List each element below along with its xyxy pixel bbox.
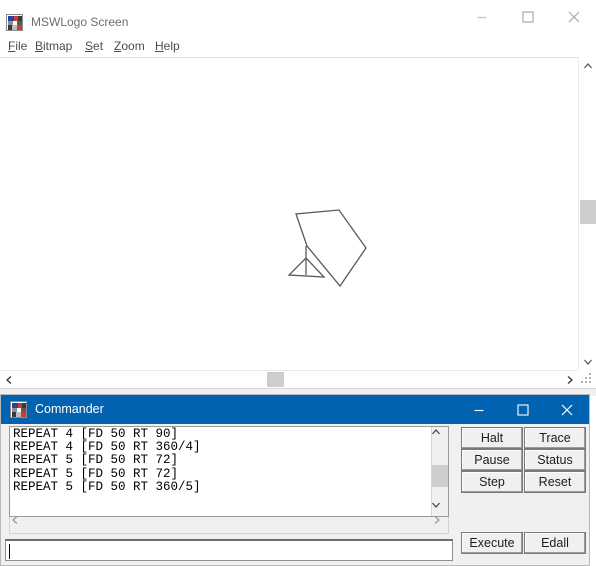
close-icon[interactable]	[551, 0, 596, 34]
maximize-icon[interactable]	[501, 395, 545, 424]
scroll-thumb[interactable]	[267, 372, 284, 387]
menu-item-zoom[interactable]: Zoom	[114, 38, 145, 55]
scroll-down-icon[interactable]	[432, 500, 448, 516]
step-button[interactable]: Step	[461, 471, 523, 493]
menu-item-set[interactable]: Set	[85, 38, 103, 55]
commander-window: Commander REPEAT 4 [FD 50 RT 90] REPEAT …	[0, 394, 590, 566]
resize-grip-icon[interactable]	[578, 370, 596, 388]
command-history-text: REPEAT 4 [FD 50 RT 90] REPEAT 4 [FD 50 R…	[13, 427, 201, 494]
mswlogo-icon	[10, 401, 27, 418]
execute-button[interactable]: Execute	[461, 532, 523, 554]
text-caret	[9, 544, 10, 559]
pause-button[interactable]: Pause	[461, 449, 523, 471]
trace-button[interactable]: Trace	[524, 427, 586, 449]
command-input-field[interactable]	[5, 539, 453, 561]
scroll-up-icon[interactable]	[432, 427, 448, 443]
screen-vertical-scrollbar[interactable]	[578, 57, 596, 370]
command-history-panel[interactable]: REPEAT 4 [FD 50 RT 90] REPEAT 4 [FD 50 R…	[9, 426, 449, 517]
turtle-graphics-canvas[interactable]	[0, 58, 578, 369]
screen-window-title: MSWLogo Screen	[31, 15, 129, 29]
reset-button[interactable]: Reset	[524, 471, 586, 493]
screen-horizontal-scrollbar[interactable]	[0, 370, 578, 388]
screen-menubar: File Bitmap Set Zoom Help	[0, 38, 596, 57]
minimize-icon[interactable]	[457, 395, 501, 424]
scroll-right-icon[interactable]	[561, 371, 578, 388]
history-horizontal-scrollbar[interactable]	[9, 516, 449, 534]
scroll-up-icon[interactable]	[579, 57, 596, 74]
scroll-thumb[interactable]	[432, 465, 448, 487]
scroll-down-icon[interactable]	[579, 353, 596, 370]
scroll-thumb[interactable]	[580, 200, 596, 224]
menu-item-file[interactable]: File	[8, 38, 27, 55]
halt-button[interactable]: Halt	[461, 427, 523, 449]
screen-titlebar: MSWLogo Screen	[0, 0, 596, 36]
scroll-right-icon[interactable]	[432, 516, 448, 532]
mswlogo-screen-window: MSWLogo Screen File Bitmap Set Zoom Help…	[0, 0, 596, 396]
menu-item-help[interactable]: Help	[155, 38, 180, 55]
maximize-icon[interactable]	[505, 0, 551, 34]
status-button[interactable]: Status	[524, 449, 586, 471]
menu-item-bitmap[interactable]: Bitmap	[35, 38, 72, 55]
minimize-icon[interactable]	[459, 0, 505, 34]
scroll-left-icon[interactable]	[0, 371, 17, 388]
history-vertical-scrollbar[interactable]	[431, 427, 448, 516]
mswlogo-icon	[6, 14, 23, 31]
commander-titlebar: Commander	[1, 395, 589, 424]
commander-window-title: Commander	[35, 402, 104, 416]
edall-button[interactable]: Edall	[524, 532, 586, 554]
close-icon[interactable]	[545, 395, 589, 424]
screen-canvas-frame	[0, 57, 596, 396]
scroll-left-icon[interactable]	[10, 516, 26, 532]
